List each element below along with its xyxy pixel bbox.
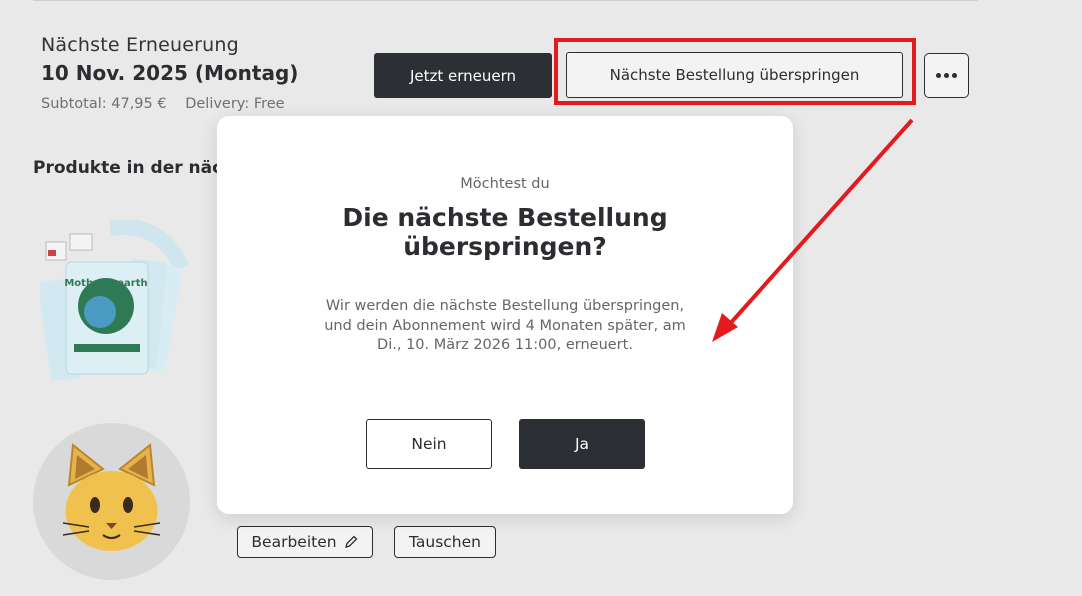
product-brand-text: Mother's earth <box>64 278 147 289</box>
edit-label: Bearbeiten <box>251 533 337 551</box>
renewal-label: Nächste Erneuerung <box>41 34 239 56</box>
pencil-icon <box>344 535 357 548</box>
confirm-skip-dialog: Möchtest du Die nächste Bestellung übers… <box>217 116 793 514</box>
cat-face-icon <box>62 443 161 551</box>
delivery-text: Delivery: Free <box>185 96 285 112</box>
order-meta: Subtotal: 47,95 € Delivery: Free <box>41 96 285 112</box>
dialog-body-text: Wir werden die nächste Bestellung übersp… <box>324 298 686 353</box>
swap-label: Tauschen <box>408 533 481 551</box>
yes-button[interactable]: Ja <box>519 419 645 469</box>
more-options-button[interactable] <box>924 53 969 98</box>
subtotal-text: Subtotal: 47,95 € <box>41 96 167 112</box>
dialog-title-line1: Die nächste Bestellung <box>342 203 668 232</box>
renew-now-button[interactable]: Jetzt erneuern <box>374 53 552 98</box>
avatar <box>33 423 190 580</box>
edit-button[interactable]: Bearbeiten <box>237 526 373 558</box>
swap-button[interactable]: Tauschen <box>394 526 496 558</box>
renewal-date: 10 Nov. 2025 (Montag) <box>41 61 299 85</box>
dialog-pretitle: Möchtest du <box>460 176 550 192</box>
annotation-highlight-box <box>554 38 916 105</box>
divider <box>33 0 978 1</box>
dialog-title-line2: überspringen? <box>403 232 607 261</box>
dialog-title: Die nächste Bestellung überspringen? <box>217 203 793 261</box>
no-button[interactable]: Nein <box>366 419 492 469</box>
more-dots-icon <box>935 73 959 78</box>
product-image: Mother's earth <box>40 220 190 380</box>
